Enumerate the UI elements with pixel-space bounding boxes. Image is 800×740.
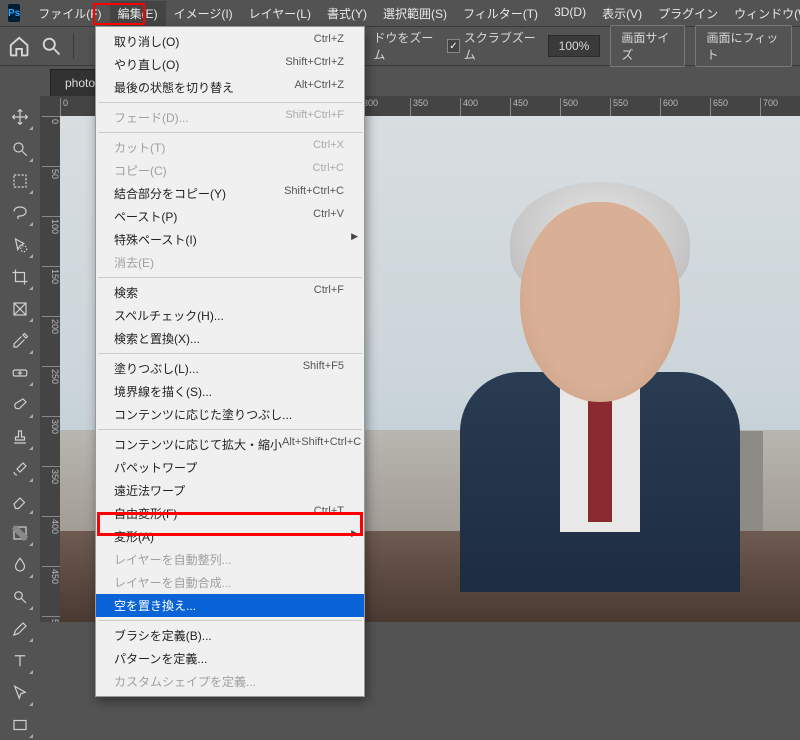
zoom-percent[interactable]: 100% [548,35,601,57]
menu-表示(V)[interactable]: 表示(V) [594,1,650,26]
scrubby-zoom-checkbox[interactable]: ✓ [447,39,460,53]
menu-item-やり直し(O)[interactable]: やり直し(O)Shift+Ctrl+Z [96,53,364,76]
menu-item-取り消し(O)[interactable]: 取り消し(O)Ctrl+Z [96,30,364,53]
pen-tool[interactable] [5,614,35,644]
zoom-tool-icon[interactable] [40,34,62,59]
menu-item-レイヤーを自動合成...: レイヤーを自動合成... [96,571,364,594]
menu-item-パペットワープ[interactable]: パペットワープ [96,456,364,479]
menu-item-消去(E): 消去(E) [96,251,364,274]
menu-item-ペースト(P)[interactable]: ペースト(P)Ctrl+V [96,205,364,228]
fit-screen-button[interactable]: 画面サイズ [610,25,685,67]
healing-tool[interactable] [5,358,35,388]
zoom-window-label: ドウをズーム [373,29,437,63]
quick-select-tool[interactable] [5,230,35,260]
menu-item-レイヤーを自動整列...: レイヤーを自動整列... [96,548,364,571]
menu-選択範囲(S)[interactable]: 選択範囲(S) [375,1,455,26]
gradient-tool[interactable] [5,518,35,548]
history-brush-tool[interactable] [5,454,35,484]
menu-item-変形(A)[interactable]: 変形(A)▶ [96,525,364,548]
menu-item-結合部分をコピー(Y)[interactable]: 結合部分をコピー(Y)Shift+Ctrl+C [96,182,364,205]
menu-item-空を置き換え...[interactable]: 空を置き換え... [96,594,364,617]
blur-tool[interactable] [5,550,35,580]
menu-item-検索[interactable]: 検索Ctrl+F [96,281,364,304]
move-tool[interactable] [5,102,35,132]
menu-item-遠近法ワープ[interactable]: 遠近法ワープ [96,479,364,502]
menu-item-ブラシを定義(B)...[interactable]: ブラシを定義(B)... [96,624,364,647]
menu-item-スペルチェック(H)...[interactable]: スペルチェック(H)... [96,304,364,327]
menu-item-コピー(C): コピー(C)Ctrl+C [96,159,364,182]
menu-イメージ(I)[interactable]: イメージ(I) [166,1,241,26]
app-logo: Ps [8,4,20,22]
lasso-tool[interactable] [5,198,35,228]
dodge-tool[interactable] [5,582,35,612]
menu-フィルター(T)[interactable]: フィルター(T) [455,1,546,26]
fit-window-button[interactable]: 画面にフィット [695,25,792,67]
menu-item-自由変形(F)[interactable]: 自由変形(F)Ctrl+T [96,502,364,525]
menu-書式(Y)[interactable]: 書式(Y) [319,1,375,26]
menu-item-検索と置換(X)...[interactable]: 検索と置換(X)... [96,327,364,350]
type-tool[interactable] [5,646,35,676]
menu-item-カスタムシェイプを定義...: カスタムシェイプを定義... [96,670,364,693]
menu-レイヤー(L)[interactable]: レイヤー(L) [241,1,319,26]
menu-item-コンテンツに応じた塗りつぶし...[interactable]: コンテンツに応じた塗りつぶし... [96,403,364,426]
stamp-tool[interactable] [5,422,35,452]
menu-item-特殊ペースト(I)[interactable]: 特殊ペースト(I)▶ [96,228,364,251]
scrubby-zoom-label: スクラブズーム [464,29,538,63]
zoom-tool[interactable] [5,134,35,164]
menu-3D(D)[interactable]: 3D(D) [546,1,594,26]
menu-プラグイン[interactable]: プラグイン [650,1,726,26]
menubar: Ps ファイル(F)編集(E)イメージ(I)レイヤー(L)書式(Y)選択範囲(S… [0,0,800,26]
ruler-vertical: 050100150200250300350400450500 [40,116,60,622]
eyedropper-tool[interactable] [5,326,35,356]
crop-tool[interactable] [5,262,35,292]
menu-item-塗りつぶし(L)...[interactable]: 塗りつぶし(L)...Shift+F5 [96,357,364,380]
edit-menu-dropdown: 取り消し(O)Ctrl+Zやり直し(O)Shift+Ctrl+Z最後の状態を切り… [95,26,365,697]
path-select-tool[interactable] [5,678,35,708]
menu-item-カット(T): カット(T)Ctrl+X [96,136,364,159]
home-icon[interactable] [8,34,30,59]
menu-item-コンテンツに応じて拡大・縮小[interactable]: コンテンツに応じて拡大・縮小Alt+Shift+Ctrl+C [96,433,364,456]
tools-panel [0,96,40,740]
rectangle-tool[interactable] [5,710,35,740]
marquee-tool[interactable] [5,166,35,196]
menu-ウィンドウ(W)[interactable]: ウィンドウ(W) [726,1,800,26]
menu-item-最後の状態を切り替え[interactable]: 最後の状態を切り替えAlt+Ctrl+Z [96,76,364,99]
menu-編集(E)[interactable]: 編集(E) [110,1,166,26]
menu-item-境界線を描く(S)...[interactable]: 境界線を描く(S)... [96,380,364,403]
brush-tool[interactable] [5,390,35,420]
menu-item-フェード(D)...: フェード(D)...Shift+Ctrl+F [96,106,364,129]
frame-tool[interactable] [5,294,35,324]
menu-item-パターンを定義...[interactable]: パターンを定義... [96,647,364,670]
eraser-tool[interactable] [5,486,35,516]
menu-ファイル(F)[interactable]: ファイル(F) [30,1,109,26]
